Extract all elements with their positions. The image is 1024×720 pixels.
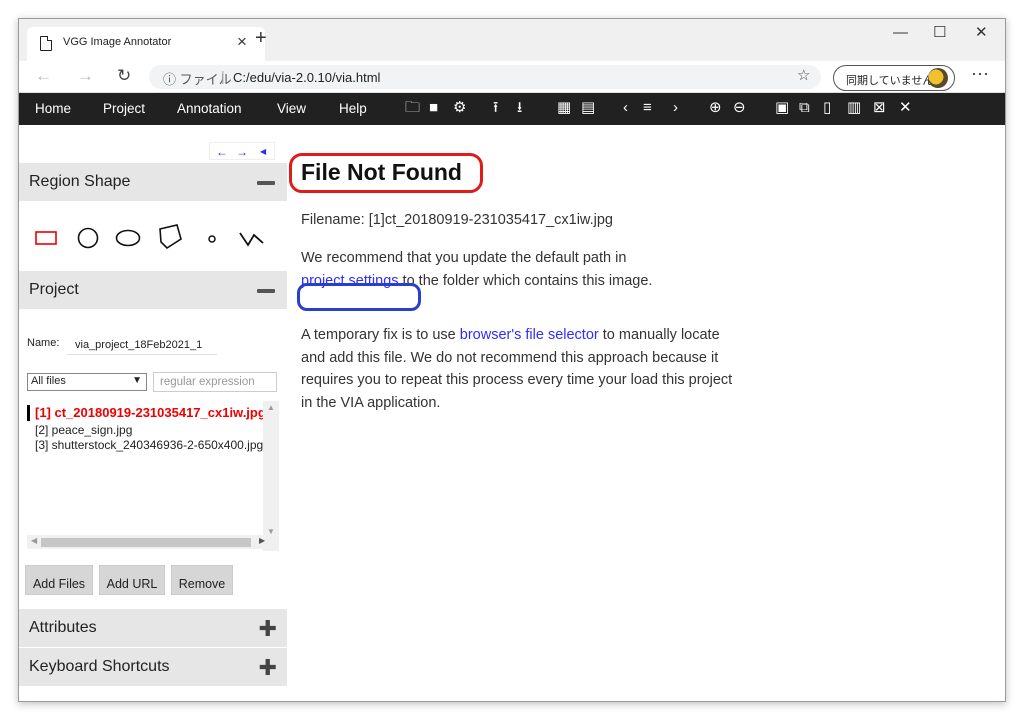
settings-gear-icon[interactable]: ⚙ [453,97,466,119]
region-shape-header[interactable]: Region Shape [19,163,287,201]
close-icon[interactable]: ✕ [899,97,912,119]
ellipse-shape-icon[interactable] [115,229,141,247]
recommendation-part-2: to the folder which contains this image. [398,272,653,289]
scroll-right-icon[interactable]: ▶ [259,536,265,545]
comment-icon[interactable]: ▤ [581,97,595,119]
forward-arrow-icon[interactable]: → [77,67,94,85]
scrollbar-thumb[interactable] [41,538,251,547]
file-filter-value: All files [31,375,66,387]
region-shape-toolbar [19,207,287,271]
panel-resize-arrows[interactable]: ← → ◀ [209,142,275,160]
temporary-fix-part-1: A temporary fix is to use [301,327,460,343]
filename-line: Filename: [1]ct_20180919-231035417_cx1iw… [301,212,613,228]
menu-help[interactable]: Help [339,101,367,116]
copy-icon[interactable]: ⧉ [799,97,810,119]
url-separator: | [221,68,225,84]
page-title: File Not Found [301,159,462,185]
left-sidebar: ← → ◀ Region Shape Project Name: All fil… [19,125,287,686]
paste-all-icon[interactable]: ▥ [847,97,861,119]
image-list-icon[interactable]: ≡ [643,97,652,119]
point-shape-icon[interactable] [207,234,217,244]
favorite-star-icon[interactable]: ☆ [797,66,810,84]
rectangle-shape-icon[interactable] [35,231,57,245]
browser-window: VGG Image Annotator × + — ☐ ✕ ← → ↻ ⓘ ファ… [18,18,1006,702]
project-name-label: Name: [27,337,60,349]
prev-image-icon[interactable]: ‹ [623,97,628,119]
maximize-button[interactable]: ☐ [933,25,946,41]
refresh-icon[interactable]: ↻ [117,67,131,85]
menu-home[interactable]: Home [35,101,71,116]
minimize-button[interactable]: — [893,25,908,41]
avatar [928,68,948,88]
shrink-left-icon[interactable]: ← [216,145,228,159]
polygon-shape-icon[interactable] [157,224,183,250]
chevron-down-icon: ▼ [132,375,142,386]
recommendation-part-1: We recommend that you update the default… [301,250,627,266]
next-image-icon[interactable]: › [673,97,678,119]
more-menu-icon[interactable]: ··· [971,63,989,84]
back-arrow-icon[interactable]: ← [35,67,52,85]
list-item-file-1[interactable]: [1] ct_20180919-231035417_cx1iw.jpg [35,405,267,420]
list-item-file-3[interactable]: [3] shutterstock_240346936-2-650x400.jpg [35,438,267,452]
window-close-button[interactable]: ✕ [975,25,988,41]
add-files-button[interactable]: Add Files [25,565,93,595]
sync-status-button[interactable]: 同期していません [833,65,955,91]
grid-view-icon[interactable]: ▦ [557,97,571,119]
expand-plus-icon[interactable]: ✚ [259,618,277,640]
tab-title: VGG Image Annotator [63,36,172,48]
upload-icon[interactable]: ⭱ [493,97,498,119]
download-icon[interactable]: ⭳ [517,97,522,119]
sync-label: 同期していません [846,75,934,87]
circle-shape-icon[interactable] [77,227,99,249]
polyline-shape-icon[interactable] [239,229,265,247]
project-title: Project [29,281,79,298]
zoom-in-icon[interactable]: ⊕ [709,97,722,119]
add-url-button[interactable]: Add URL [99,565,165,595]
project-name-input[interactable] [67,335,217,355]
attributes-header[interactable]: Attributes ✚ [19,609,287,647]
menu-annotation[interactable]: Annotation [177,101,242,116]
attributes-title: Attributes [29,619,97,636]
menu-project[interactable]: Project [103,101,145,116]
collapse-minus-icon[interactable] [257,181,275,185]
project-header[interactable]: Project [19,271,287,309]
remove-button[interactable]: Remove [171,565,233,595]
delete-region-icon[interactable]: ⊠ [873,97,886,119]
keyboard-shortcuts-header[interactable]: Keyboard Shortcuts ✚ [19,648,287,686]
browser-tab[interactable]: VGG Image Annotator × [27,27,265,61]
keyboard-shortcuts-title: Keyboard Shortcuts [29,658,170,675]
expand-plus-icon[interactable]: ✚ [259,657,277,679]
regex-filter-input[interactable]: regular expression [153,372,277,392]
url-text[interactable]: C:/edu/via-2.0.10/via.html [233,70,380,85]
paste-icon[interactable]: ▯ [823,97,831,119]
expand-right-icon[interactable]: → [236,145,248,159]
url-field[interactable]: ⓘ ファイル | C:/edu/via-2.0.10/via.html [149,65,821,89]
tab-close-button[interactable]: × [237,32,247,52]
page-icon [40,36,52,51]
file-filter-select[interactable]: All files ▼ [27,373,147,391]
save-icon[interactable]: ■ [429,97,438,119]
new-tab-button[interactable]: + [255,28,267,48]
active-file-marker [27,405,30,421]
region-shape-title: Region Shape [29,173,131,190]
tab-bar: VGG Image Annotator × + — ☐ ✕ [19,19,1005,61]
file-list-horizontal-scrollbar[interactable]: ◀ ▶ [27,535,279,549]
temporary-fix-text: A temporary fix is to use browser's file… [301,324,741,414]
file-list-vertical-scrollbar[interactable]: ▲ ▼ [263,401,279,551]
scroll-up-icon[interactable]: ▲ [267,403,275,412]
image-file-list: [1] ct_20180919-231035417_cx1iw.jpg [2] … [27,401,279,551]
menu-view[interactable]: View [277,101,306,116]
list-item-file-2[interactable]: [2] peace_sign.jpg [35,423,267,437]
link-highlight-ring [297,283,421,311]
collapse-icon[interactable]: ◀ [260,147,266,156]
select-all-icon[interactable]: ▣ [775,97,789,119]
scroll-left-icon[interactable]: ◀ [31,536,37,545]
file-selector-link[interactable]: browser's file selector [460,327,599,343]
collapse-minus-icon[interactable] [257,289,275,293]
open-folder-icon[interactable]: 🗀 [405,97,420,119]
via-top-menu: Home Project Annotation View Help 🗀 ■ ⚙ … [19,93,1005,125]
zoom-out-icon[interactable]: ⊖ [733,97,746,119]
